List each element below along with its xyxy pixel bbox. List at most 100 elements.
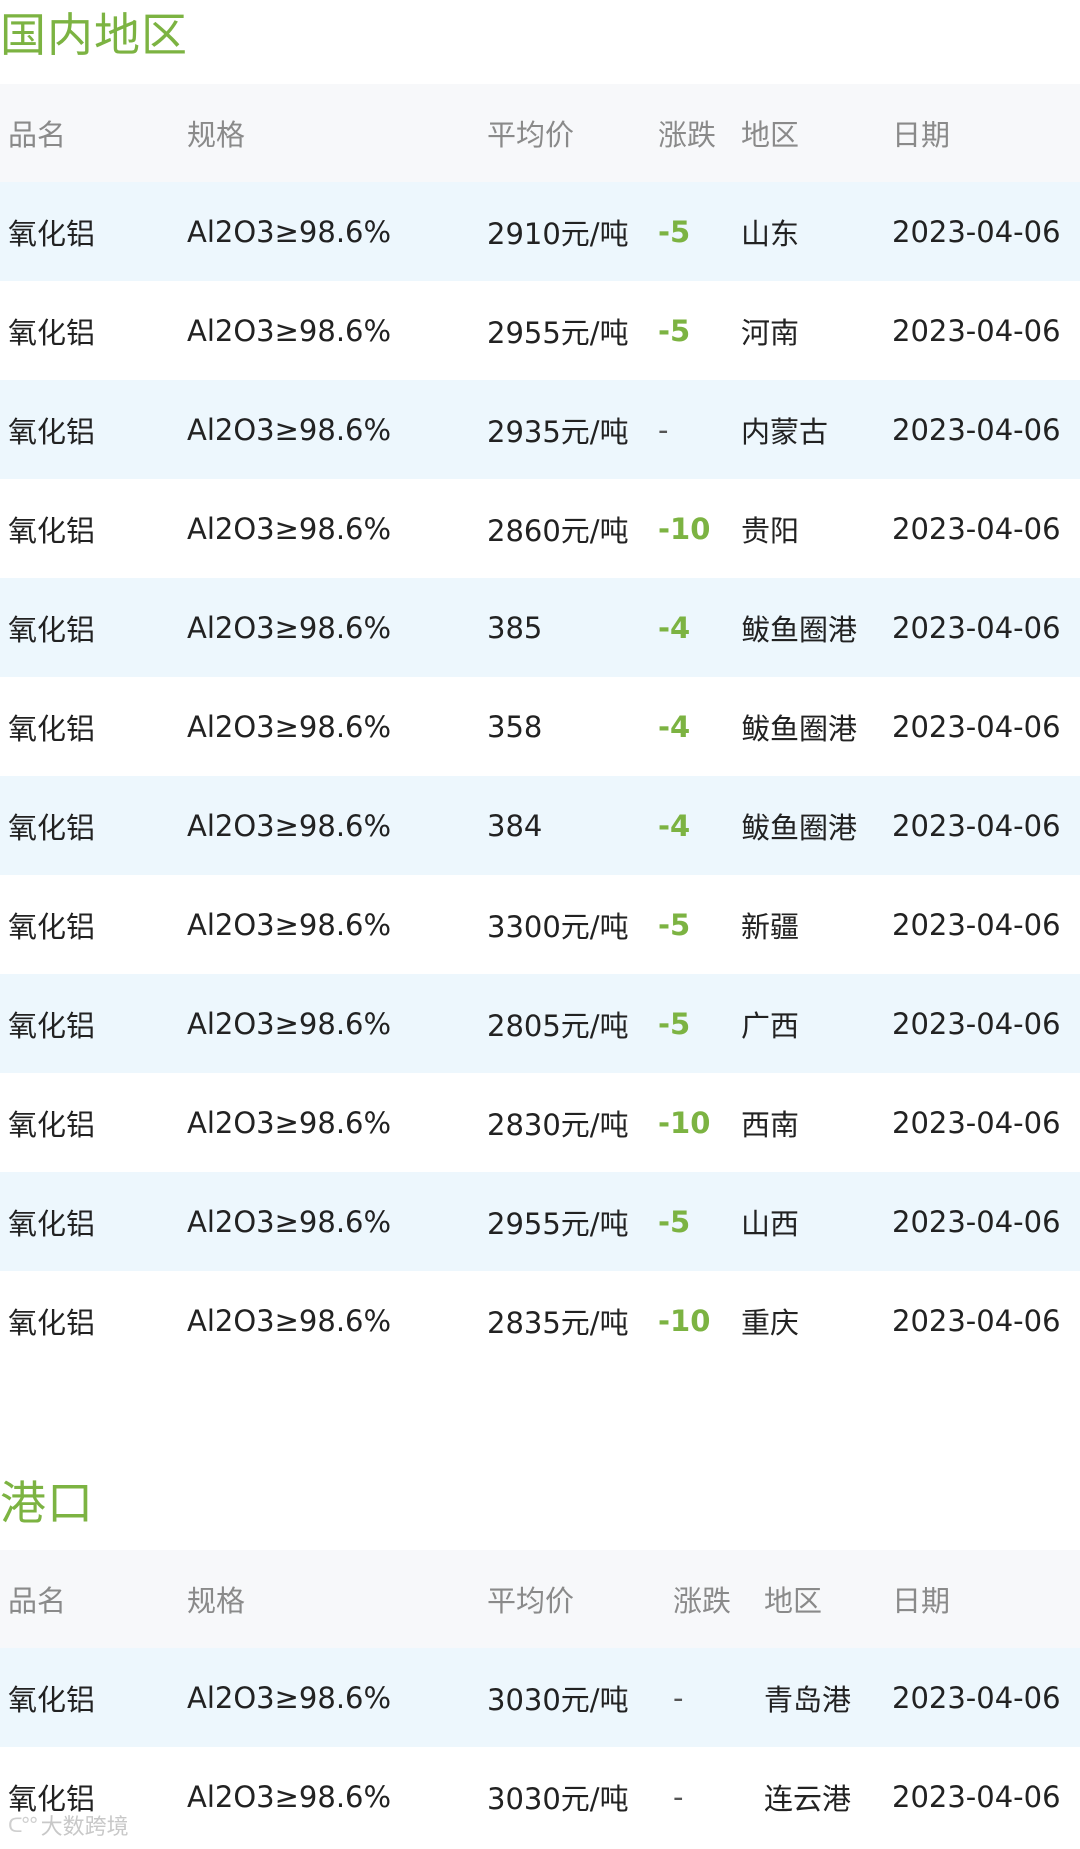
- region-cell: 内蒙古: [741, 414, 829, 449]
- average-price-cell: 2955元/吨: [487, 1206, 629, 1241]
- average-price-cell: 3030元/吨: [487, 1682, 629, 1717]
- header-name: 品名: [8, 118, 67, 152]
- average-price-cell: 2935元/吨: [487, 414, 629, 449]
- product-name-cell: 氧化铝: [8, 414, 96, 449]
- spec-cell: Al2O3≥98.6%: [187, 907, 392, 942]
- spec-cell: Al2O3≥98.6%: [187, 1105, 392, 1140]
- spec-cell: Al2O3≥98.6%: [187, 1779, 392, 1814]
- header-spec: 规格: [187, 1584, 246, 1618]
- price-change-cell: -: [673, 1680, 684, 1715]
- region-cell: 鲅鱼圈港: [741, 711, 858, 746]
- region-cell: 山东: [741, 216, 800, 251]
- average-price-cell: 385: [487, 610, 543, 645]
- watermark-text: 大数跨境: [40, 1815, 129, 1840]
- spec-cell: Al2O3≥98.6%: [187, 214, 392, 249]
- header-price: 平均价: [487, 1584, 575, 1618]
- price-change-cell: -5: [658, 907, 691, 942]
- region-cell: 青岛港: [764, 1682, 852, 1717]
- spec-cell: Al2O3≥98.6%: [187, 1680, 392, 1715]
- product-name-cell: 氧化铝: [8, 1305, 96, 1340]
- spec-cell: Al2O3≥98.6%: [187, 610, 392, 645]
- header-date: 日期: [892, 118, 951, 152]
- table-row: 氧化铝 Al2O3≥98.6% 385 -4 鲅鱼圈港 2023-04-06: [0, 578, 1080, 677]
- table-row: 氧化铝 Al2O3≥98.6% 358 -4 鲅鱼圈港 2023-04-06: [0, 677, 1080, 776]
- average-price-cell: 384: [487, 808, 543, 843]
- section-title-port: 港口: [0, 1476, 94, 1530]
- table-body: 氧化铝 Al2O3≥98.6% 3030元/吨 - 青岛港 2023-04-06 氧化铝 Al…: [0, 1648, 1080, 1846]
- date-cell: 2023-04-06: [892, 412, 1061, 447]
- table-row: 氧化铝 Al2O3≥98.6% 2830元/吨 -10 西南 2023-04-06: [0, 1073, 1080, 1172]
- header-spec: 规格: [187, 118, 246, 152]
- average-price-cell: 2910元/吨: [487, 216, 629, 251]
- date-cell: 2023-04-06: [892, 1779, 1061, 1814]
- region-cell: 西南: [741, 1107, 800, 1142]
- product-name-cell: 氧化铝: [8, 909, 96, 944]
- price-change-cell: -5: [658, 214, 691, 249]
- table-header: 品名 规格 平均价 涨跌 地区 日期: [0, 1550, 1080, 1648]
- price-change-cell: -10: [658, 1105, 711, 1140]
- region-cell: 鲅鱼圈港: [741, 612, 858, 647]
- region-cell: 连云港: [764, 1781, 852, 1816]
- date-cell: 2023-04-06: [892, 1006, 1061, 1041]
- table-row: 氧化铝 Al2O3≥98.6% 384 -4 鲅鱼圈港 2023-04-06: [0, 776, 1080, 875]
- product-name-cell: 氧化铝: [8, 1008, 96, 1043]
- price-change-cell: -5: [658, 313, 691, 348]
- date-cell: 2023-04-06: [892, 808, 1061, 843]
- table-row: 氧化铝 Al2O3≥98.6% 2860元/吨 -10 贵阳 2023-04-06: [0, 479, 1080, 578]
- region-cell: 山西: [741, 1206, 800, 1241]
- spec-cell: Al2O3≥98.6%: [187, 1303, 392, 1338]
- product-name-cell: 氧化铝: [8, 711, 96, 746]
- price-change-cell: -: [673, 1779, 684, 1814]
- section-title-domestic: 国内地区: [0, 8, 188, 62]
- spec-cell: Al2O3≥98.6%: [187, 313, 392, 348]
- price-change-cell: -5: [658, 1006, 691, 1041]
- table-row: 氧化铝 Al2O3≥98.6% 3030元/吨 - 青岛港 2023-04-06: [0, 1648, 1080, 1747]
- region-cell: 河南: [741, 315, 800, 350]
- header-name: 品名: [8, 1584, 67, 1618]
- average-price-cell: 2860元/吨: [487, 513, 629, 548]
- date-cell: 2023-04-06: [892, 907, 1061, 942]
- date-cell: 2023-04-06: [892, 709, 1061, 744]
- price-change-cell: -: [658, 412, 669, 447]
- average-price-cell: 3030元/吨: [487, 1781, 629, 1816]
- price-change-cell: -4: [658, 709, 691, 744]
- watermark: ᑕ°° 大数跨境: [8, 1809, 129, 1841]
- date-cell: 2023-04-06: [892, 313, 1061, 348]
- spec-cell: Al2O3≥98.6%: [187, 412, 392, 447]
- table-header: 品名 规格 平均价 涨跌 地区 日期: [0, 84, 1080, 182]
- date-cell: 2023-04-06: [892, 511, 1061, 546]
- average-price-cell: 2955元/吨: [487, 315, 629, 350]
- product-name-cell: 氧化铝: [8, 612, 96, 647]
- average-price-cell: 2835元/吨: [487, 1305, 629, 1340]
- spec-cell: Al2O3≥98.6%: [187, 709, 392, 744]
- date-cell: 2023-04-06: [892, 1105, 1061, 1140]
- table-row: 氧化铝 Al2O3≥98.6% 2835元/吨 -10 重庆 2023-04-06: [0, 1271, 1080, 1370]
- price-change-cell: -10: [658, 1303, 711, 1338]
- table-row: 氧化铝 Al2O3≥98.6% 2935元/吨 - 内蒙古 2023-04-06: [0, 380, 1080, 479]
- average-price-cell: 358: [487, 709, 543, 744]
- header-region: 地区: [764, 1584, 823, 1618]
- table-row: 氧化铝 Al2O3≥98.6% 2955元/吨 -5 河南 2023-04-06: [0, 281, 1080, 380]
- spec-cell: Al2O3≥98.6%: [187, 1204, 392, 1239]
- product-name-cell: 氧化铝: [8, 315, 96, 350]
- product-name-cell: 氧化铝: [8, 810, 96, 845]
- price-change-cell: -4: [658, 610, 691, 645]
- region-cell: 鲅鱼圈港: [741, 810, 858, 845]
- table-row: 氧化铝 Al2O3≥98.6% 2955元/吨 -5 山西 2023-04-06: [0, 1172, 1080, 1271]
- header-price: 平均价: [487, 118, 575, 152]
- spec-cell: Al2O3≥98.6%: [187, 1006, 392, 1041]
- average-price-cell: 2830元/吨: [487, 1107, 629, 1142]
- date-cell: 2023-04-06: [892, 1204, 1061, 1239]
- product-name-cell: 氧化铝: [8, 1107, 96, 1142]
- spec-cell: Al2O3≥98.6%: [187, 511, 392, 546]
- header-change: 涨跌: [673, 1584, 732, 1618]
- header-date: 日期: [892, 1584, 951, 1618]
- product-name-cell: 氧化铝: [8, 513, 96, 548]
- table-row: 氧化铝 Al2O3≥98.6% 2805元/吨 -5 广西 2023-04-06: [0, 974, 1080, 1073]
- product-name-cell: 氧化铝: [8, 216, 96, 251]
- price-change-cell: -5: [658, 1204, 691, 1239]
- region-cell: 贵阳: [741, 513, 800, 548]
- domestic-price-table: 品名 规格 平均价 涨跌 地区 日期 氧化铝 Al2O3≥98.6% 2910元/吨…: [0, 84, 1080, 1370]
- date-cell: 2023-04-06: [892, 1303, 1061, 1338]
- spec-cell: Al2O3≥98.6%: [187, 808, 392, 843]
